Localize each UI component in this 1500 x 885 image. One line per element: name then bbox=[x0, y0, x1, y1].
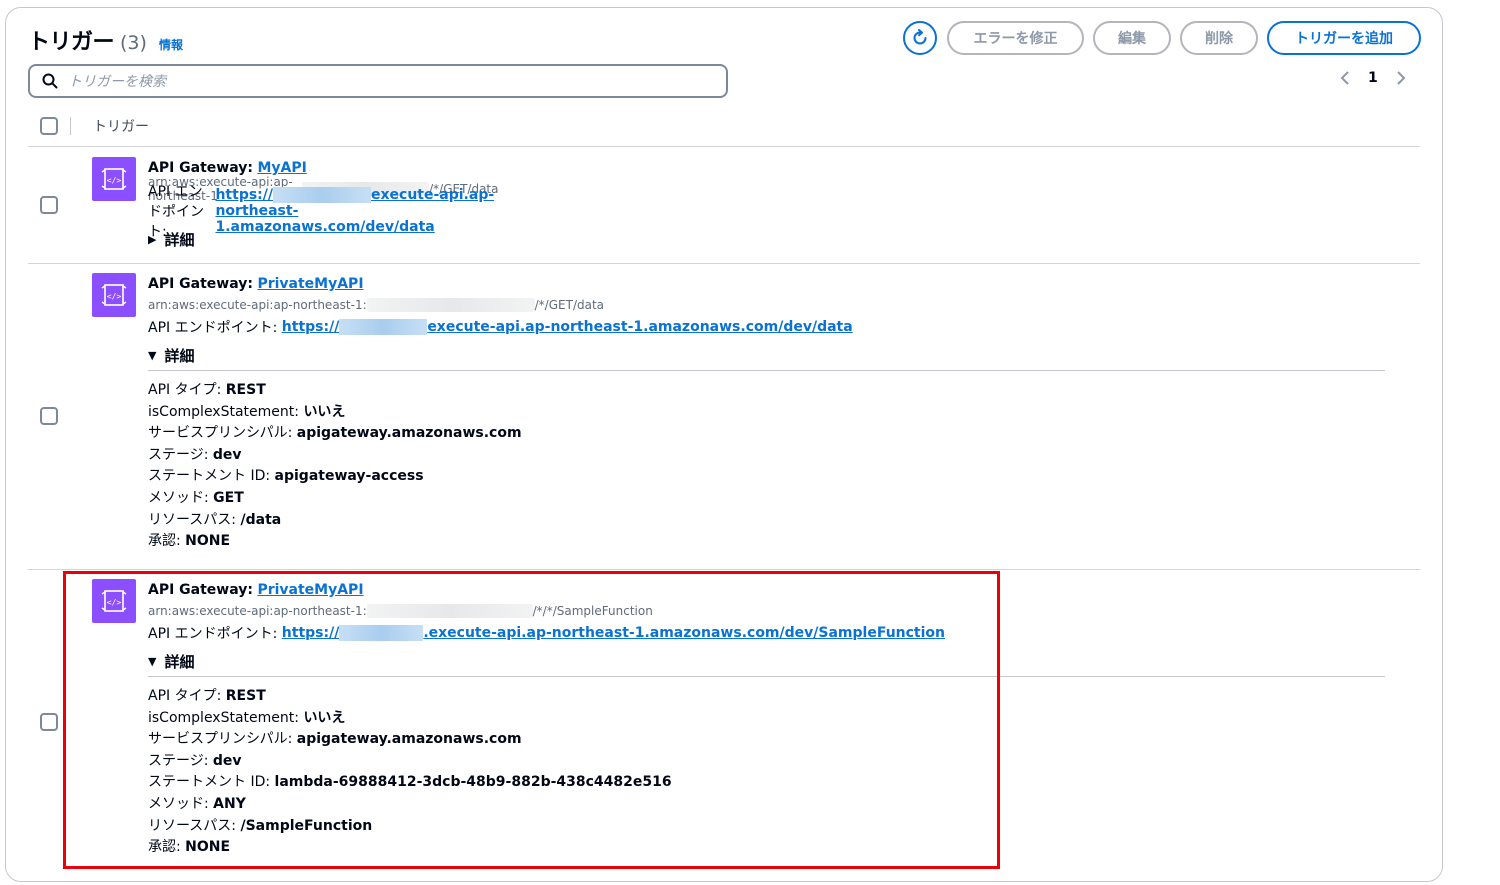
detail-row: ステージ: dev bbox=[148, 446, 242, 463]
api-name-link[interactable]: PrivateMyAPI bbox=[257, 276, 363, 292]
svg-text:</>: </> bbox=[107, 176, 122, 185]
details-toggle[interactable]: ▼ 詳細 bbox=[148, 344, 1385, 366]
endpoint-link[interactable]: https://execute-api.ap-northeast-1.amazo… bbox=[215, 187, 498, 235]
row-checkbox[interactable] bbox=[40, 713, 58, 731]
trigger-content: API Gateway: PrivateMyAPI arn:aws:execut… bbox=[148, 274, 1385, 553]
chevron-right-icon[interactable] bbox=[1396, 70, 1406, 86]
refresh-icon bbox=[913, 29, 927, 45]
detail-row: リソースパス: /data bbox=[148, 511, 282, 528]
api-gateway-icon: </> bbox=[92, 273, 136, 317]
search-icon bbox=[42, 73, 58, 89]
search-placeholder: トリガーを検索 bbox=[68, 74, 166, 90]
refresh-button[interactable] bbox=[903, 21, 937, 55]
toolbar: エラーを修正 編集 削除 トリガーを追加 bbox=[903, 21, 1430, 55]
add-trigger-button[interactable]: トリガーを追加 bbox=[1267, 21, 1421, 55]
column-header-trigger: トリガー bbox=[93, 119, 149, 135]
api-name-link[interactable]: MyAPI bbox=[257, 160, 306, 176]
highlight-box bbox=[63, 571, 1000, 869]
caret-right-icon: ▶ bbox=[148, 232, 157, 246]
chevron-left-icon[interactable] bbox=[1340, 70, 1350, 86]
detail-row: isComplexStatement: いいえ bbox=[148, 403, 346, 420]
details-list: API タイプ: REST isComplexStatement: いいえ サー… bbox=[148, 380, 1385, 553]
detail-row: メソッド: GET bbox=[148, 489, 244, 506]
trigger-content: API Gateway: MyAPI arn:aws:execute-api:a… bbox=[148, 158, 498, 250]
row-divider bbox=[28, 263, 1420, 264]
endpoint: API エンドポイント: https://execute-api.ap-nort… bbox=[148, 316, 1385, 338]
details-divider bbox=[148, 370, 1385, 371]
page-title: トリガー bbox=[28, 30, 115, 55]
panel-header: トリガー (3) 情報 bbox=[28, 24, 183, 56]
search-input[interactable]: トリガーを検索 bbox=[28, 64, 728, 98]
page-number[interactable]: 1 bbox=[1368, 70, 1378, 86]
api-gateway-icon: </> bbox=[92, 157, 136, 201]
detail-row: API タイプ: REST bbox=[148, 382, 266, 398]
endpoint-link[interactable]: https://execute-api.ap-northeast-1.amazo… bbox=[282, 319, 853, 335]
info-link[interactable]: 情報 bbox=[159, 36, 183, 53]
arn-text: arn:aws:execute-api:ap-northeast-1:/*/GE… bbox=[148, 298, 605, 312]
detail-row: サービスプリンシパル: apigateway.amazonaws.com bbox=[148, 425, 522, 442]
svg-text:</>: </> bbox=[107, 292, 122, 301]
column-divider bbox=[70, 117, 71, 135]
delete-button[interactable]: 削除 bbox=[1180, 21, 1258, 55]
trigger-count: (3) bbox=[120, 32, 147, 54]
table-header: トリガー bbox=[40, 116, 149, 136]
pagination: 1 bbox=[1340, 70, 1406, 86]
endpoint-label: API エンドポイント: bbox=[148, 320, 278, 336]
edit-button[interactable]: 編集 bbox=[1093, 21, 1171, 55]
select-all-checkbox[interactable] bbox=[40, 117, 58, 135]
caret-down-icon: ▼ bbox=[148, 348, 157, 362]
fix-errors-button[interactable]: エラーを修正 bbox=[947, 21, 1084, 55]
row-checkbox[interactable] bbox=[40, 407, 58, 425]
row-divider bbox=[28, 569, 1420, 570]
header-divider bbox=[28, 146, 1420, 147]
detail-row: ステートメント ID: apigateway-access bbox=[148, 468, 424, 485]
source-label: API Gateway: bbox=[148, 160, 253, 176]
endpoint: API エンドポイント: https://execute-api.ap-nort… bbox=[148, 184, 498, 240]
detail-row: 承認: NONE bbox=[148, 533, 231, 550]
source-label: API Gateway: bbox=[148, 276, 253, 292]
row-checkbox[interactable] bbox=[40, 196, 58, 214]
